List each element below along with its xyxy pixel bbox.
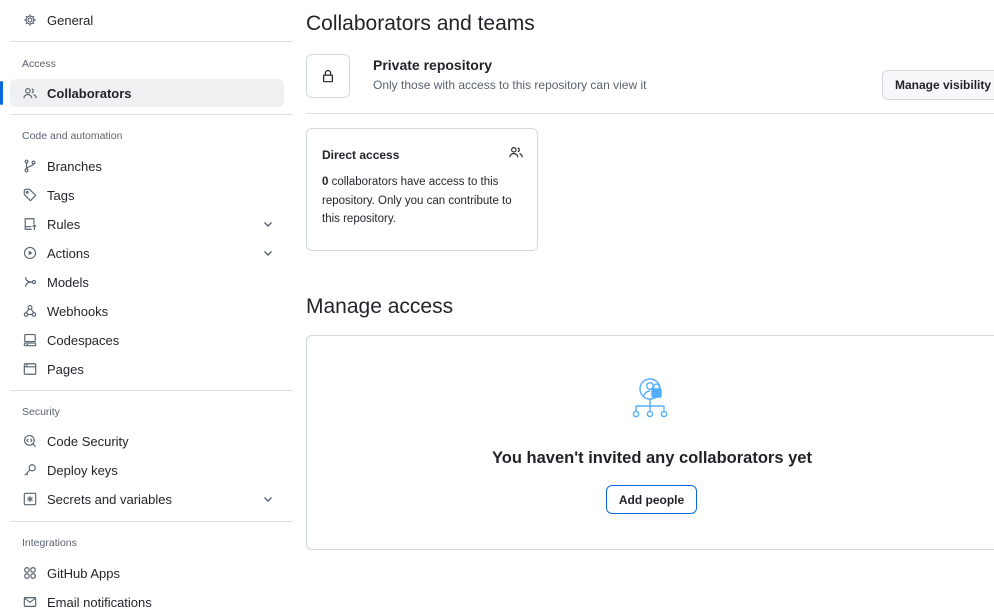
sidebar-divider: [10, 41, 293, 42]
apps-icon: [22, 565, 38, 581]
section-title-access: Access: [22, 58, 56, 70]
asterisk-icon: [22, 491, 38, 507]
chevron-down-icon[interactable]: [262, 493, 274, 505]
section-title-security: Security: [22, 406, 60, 418]
sidebar-item-label: Secrets and variables: [47, 491, 173, 507]
sidebar-item-actions[interactable]: Actions: [10, 239, 284, 267]
browser-icon: [22, 361, 38, 377]
sidebar-item-label: Rules: [47, 216, 81, 232]
repo-push-icon: [22, 216, 38, 232]
sidebar-divider: [10, 390, 293, 391]
section-title-code-automation: Code and automation: [22, 130, 123, 142]
sidebar-item-branches[interactable]: Branches: [10, 152, 284, 180]
sidebar-item-code-security[interactable]: Code Security: [10, 427, 284, 455]
page-title: Collaborators and teams: [306, 12, 535, 35]
sidebar-divider: [10, 521, 293, 522]
people-lock-icon: [632, 378, 668, 418]
webhook-icon: [22, 303, 38, 319]
codescan-icon: [22, 433, 38, 449]
direct-access-card: Direct access 0 collaborators have acces…: [306, 128, 538, 251]
sidebar-item-label: GitHub Apps: [47, 565, 120, 581]
lock-icon-box: [306, 54, 350, 98]
sidebar-divider: [10, 114, 293, 115]
sidebar-item-label: General: [47, 12, 94, 28]
sidebar-item-rules[interactable]: Rules: [10, 210, 284, 238]
settings-sidebar: General Access Collaborators Code and au…: [0, 0, 293, 610]
models-icon: [22, 274, 38, 290]
sidebar-item-label: Collaborators: [47, 85, 132, 101]
sidebar-item-github-apps[interactable]: GitHub Apps: [10, 559, 284, 587]
key-icon: [22, 462, 38, 478]
manage-visibility-button[interactable]: Manage visibility: [882, 70, 994, 100]
add-people-button[interactable]: Add people: [606, 485, 697, 514]
sidebar-item-label: Branches: [47, 158, 102, 174]
people-icon: [22, 85, 38, 101]
sidebar-item-models[interactable]: Models: [10, 268, 284, 296]
sidebar-item-tags[interactable]: Tags: [10, 181, 284, 209]
chevron-down-icon[interactable]: [262, 218, 274, 230]
play-icon: [22, 245, 38, 261]
section-title-integrations: Integrations: [22, 537, 77, 549]
repo-visibility-subtitle: Only those with access to this repositor…: [373, 78, 647, 92]
direct-access-description: 0 collaborators have access to this repo…: [322, 173, 527, 229]
chevron-down-icon[interactable]: [262, 247, 274, 259]
codespaces-icon: [22, 332, 38, 348]
mail-icon: [22, 594, 38, 610]
sidebar-item-label: Email notifications: [47, 594, 152, 610]
sidebar-item-label: Tags: [47, 187, 75, 203]
direct-access-title: Direct access: [322, 148, 400, 162]
gear-icon: [22, 12, 38, 28]
sidebar-item-label: Pages: [47, 361, 84, 377]
manage-access-panel: You haven't invited any collaborators ye…: [306, 335, 994, 550]
sidebar-item-general[interactable]: General: [10, 6, 284, 34]
sidebar-item-email-notifications[interactable]: Email notifications: [10, 588, 284, 616]
sidebar-item-label: Actions: [47, 245, 90, 261]
sidebar-item-pages[interactable]: Pages: [10, 355, 284, 383]
tag-icon: [22, 187, 38, 203]
sidebar-item-collaborators[interactable]: Collaborators: [0, 79, 284, 107]
sidebar-item-deploy-keys[interactable]: Deploy keys: [10, 456, 284, 484]
section-divider: [306, 113, 994, 114]
main-content: Collaborators and teams Private reposito…: [306, 0, 994, 607]
sidebar-item-codespaces[interactable]: Codespaces: [10, 326, 284, 354]
git-branch-icon: [22, 158, 38, 174]
manage-access-title: Manage access: [306, 295, 454, 318]
direct-access-text: collaborators have access to this reposi…: [322, 176, 512, 225]
sidebar-item-webhooks[interactable]: Webhooks: [10, 297, 284, 325]
sidebar-item-label: Models: [47, 274, 89, 290]
sidebar-item-label: Code Security: [47, 433, 129, 449]
active-indicator: [0, 81, 3, 105]
sidebar-item-label: Deploy keys: [47, 462, 118, 478]
empty-state-title: You haven't invited any collaborators ye…: [492, 449, 812, 467]
sidebar-item-secrets[interactable]: Secrets and variables: [10, 485, 284, 513]
repo-visibility-title: Private repository: [373, 57, 493, 73]
people-icon: [509, 147, 523, 158]
sidebar-item-label: Codespaces: [47, 332, 120, 348]
lock-icon: [323, 70, 333, 83]
sidebar-item-label: Webhooks: [47, 303, 109, 319]
